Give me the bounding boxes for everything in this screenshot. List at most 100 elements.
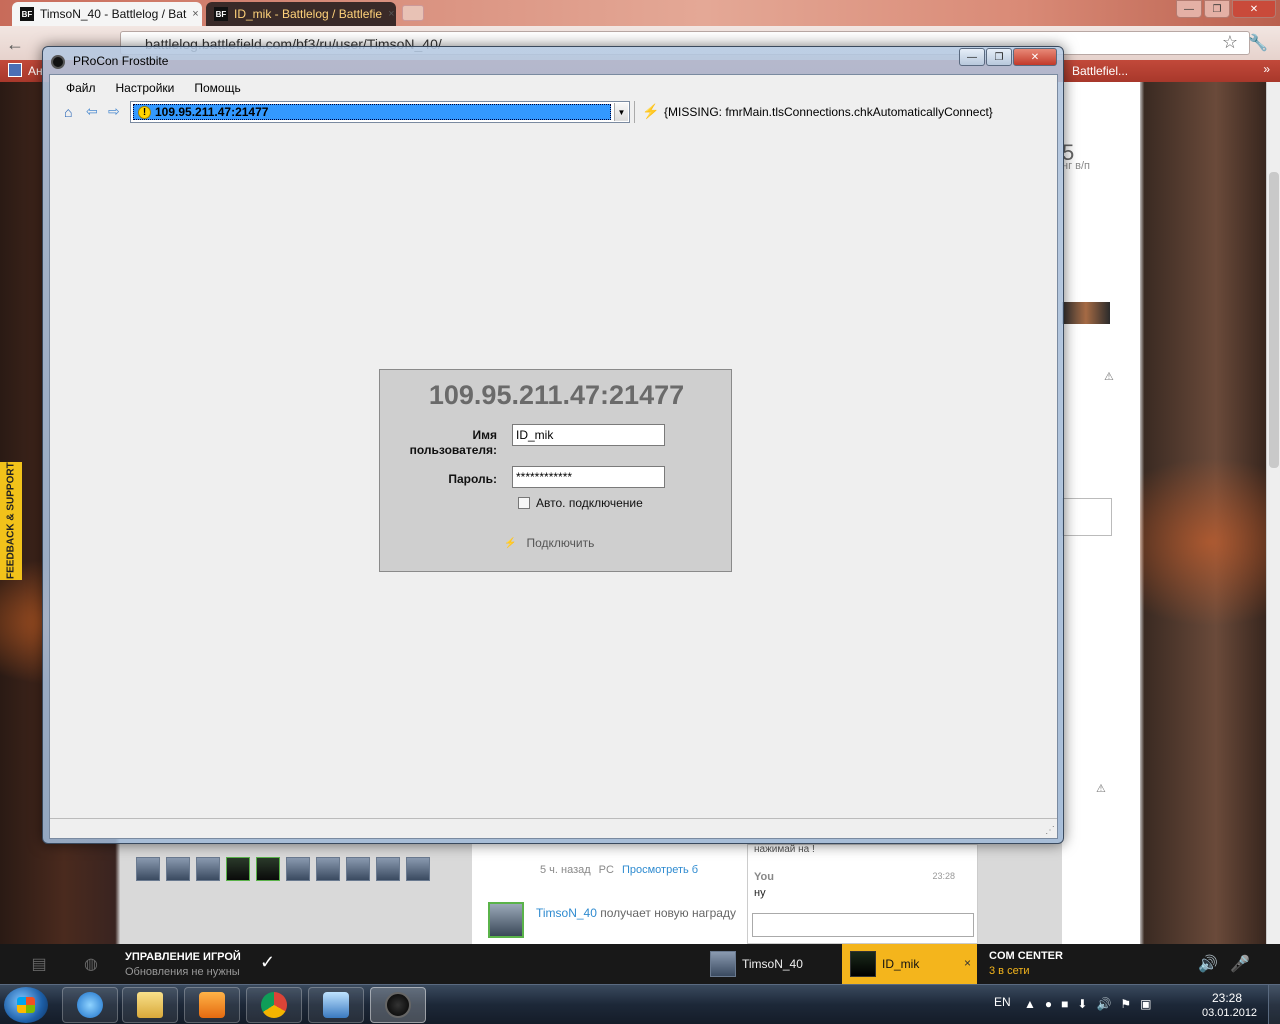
feed-action: получает новую награду (600, 906, 736, 920)
feed-author-link[interactable]: TimsoN_40 (536, 906, 597, 920)
auto-connect-label[interactable]: Авто. подключение (536, 496, 643, 510)
show-desktop-button[interactable] (1268, 985, 1280, 1024)
soldier-avatar[interactable] (166, 857, 190, 881)
soldier-avatar[interactable] (196, 857, 220, 881)
minimize-button[interactable]: — (1176, 0, 1202, 18)
chat-window: нажимай на ! You 23:28 ну (747, 844, 978, 944)
feedback-support-tab[interactable]: FEEDBACK & SUPPORT (0, 462, 22, 580)
connection-toolbar: ⌂ ⇦ ⇨ ! 109.95.211.47:21477 ▼ ⚡ {MISSING… (50, 99, 1057, 125)
tab-title: ID_mik - Battlelog / Battlefie (234, 7, 383, 21)
close-icon[interactable]: × (964, 956, 971, 970)
taskbar-internet-explorer[interactable] (62, 987, 118, 1023)
com-center-title[interactable]: COM CENTER (989, 950, 1063, 962)
browser-tab-timson[interactable]: BF TimsoN_40 - Battlelog / Bat × (12, 2, 202, 26)
menu-help[interactable]: Помощь (194, 81, 240, 95)
server-host-heading: 109.95.211.47:21477 (428, 380, 685, 410)
clock-time[interactable]: 23:28 (1212, 991, 1242, 1005)
volume-icon[interactable]: 🔊 (1198, 954, 1218, 974)
minimize-button[interactable]: — (959, 48, 985, 66)
feed-avatar[interactable] (488, 902, 524, 938)
browser-tab-idmik[interactable]: BF ID_mik - Battlelog / Battlefie × (206, 2, 396, 26)
taskbar-media-player[interactable] (184, 987, 240, 1023)
soldier-avatar[interactable] (346, 857, 370, 881)
tab-title: TimsoN_40 - Battlelog / Bat (40, 7, 187, 21)
taskbar-chrome[interactable] (246, 987, 302, 1023)
home-icon[interactable]: ⌂ (64, 104, 72, 120)
friend-chat-tab-timson[interactable]: TimsoN_40 (702, 944, 840, 984)
page-scrollbar[interactable] (1266, 82, 1280, 944)
taskbar-procon[interactable] (370, 987, 426, 1023)
warning-icon: ⚠ (1096, 783, 1106, 795)
feed-platform: PC (598, 864, 614, 876)
soldier-avatar[interactable] (316, 857, 340, 881)
bookmark-item-battlefield[interactable]: Battlefiel... (1072, 64, 1128, 78)
clock-date[interactable]: 03.01.2012 (1202, 1007, 1257, 1019)
taskbar-app[interactable] (308, 987, 364, 1023)
feed-view-link[interactable]: Просмотреть б (622, 864, 698, 876)
clipboard-icon[interactable]: ▤ (30, 954, 48, 974)
soldier-avatar[interactable] (256, 857, 280, 881)
bookmark-item[interactable]: Ан (28, 64, 43, 78)
bookmarks-overflow-icon[interactable]: » (1263, 62, 1270, 76)
game-management-title[interactable]: УПРАВЛЕНИЕ ИГРОЙ (125, 951, 241, 963)
apps-icon[interactable] (8, 63, 22, 77)
forward-arrow-icon[interactable]: ⇨ (108, 103, 120, 120)
close-button[interactable]: ✕ (1013, 48, 1057, 66)
menu-settings[interactable]: Настройки (116, 81, 175, 95)
thumbnail-images[interactable] (1062, 302, 1110, 324)
media-player-icon (199, 992, 225, 1018)
soldier-avatar[interactable] (226, 857, 250, 881)
close-button[interactable]: ✕ (1232, 0, 1276, 18)
friend-name: ID_mik (882, 957, 920, 971)
soldier-avatar[interactable] (406, 857, 430, 881)
tray-expand-icon[interactable]: ▲ (1024, 997, 1036, 1011)
tab-close-icon[interactable]: × (192, 8, 198, 20)
wrench-icon[interactable]: 🔧 (1248, 33, 1268, 53)
chat-input[interactable] (752, 913, 974, 937)
password-input[interactable] (512, 466, 665, 488)
tray-app-icon[interactable]: ● (1045, 997, 1052, 1011)
friend-chat-tab-idmik[interactable]: ID_mik × (842, 944, 977, 984)
soldier-avatar[interactable] (376, 857, 400, 881)
game-management-status: Обновления не нужны (125, 966, 240, 978)
back-arrow-icon[interactable]: ← (6, 34, 24, 55)
soldier-avatar[interactable] (136, 857, 160, 881)
auto-connect-toggle[interactable]: {MISSING: fmrMain.tlsConnections.chkAuto… (664, 105, 993, 119)
menu-file[interactable]: Файл (66, 81, 96, 95)
maximize-button[interactable]: ❐ (1204, 0, 1230, 18)
chat-message: ну (754, 887, 766, 899)
window-title: PRoCon Frostbite (73, 54, 169, 68)
chat-time: 23:28 (932, 871, 955, 881)
battlefield-favicon-icon: BF (214, 7, 228, 21)
tray-download-icon[interactable]: ⬇ (1077, 997, 1087, 1011)
username-input[interactable] (512, 424, 665, 446)
connect-label: Подключить (526, 536, 595, 550)
chevron-down-icon[interactable]: ▼ (614, 103, 628, 121)
new-tab-button[interactable] (402, 5, 424, 21)
language-indicator[interactable]: EN (994, 995, 1011, 1009)
plug-icon[interactable]: ⚡ (642, 103, 659, 120)
tray-volume-icon[interactable]: 🔊 (1096, 997, 1111, 1011)
tab-close-icon[interactable]: × (388, 8, 394, 20)
soldier-avatar[interactable] (286, 857, 310, 881)
scrollbar-thumb[interactable] (1269, 172, 1279, 468)
feed-entry-text: TimsoN_40 получает новую награду (536, 906, 736, 920)
connect-button[interactable]: ⚡ Подключить (504, 534, 594, 552)
taskbar-explorer[interactable] (122, 987, 178, 1023)
resize-grip-icon[interactable]: ⋰ (1045, 825, 1055, 836)
auto-connect-checkbox[interactable] (518, 497, 530, 509)
status-bar: ⋰ (50, 818, 1057, 838)
server-select[interactable]: ! 109.95.211.47:21477 ▼ (130, 101, 630, 123)
maximize-button[interactable]: ❐ (986, 48, 1012, 66)
back-arrow-icon[interactable]: ⇦ (86, 103, 98, 120)
tray-network-icon[interactable]: ▣ (1140, 997, 1151, 1011)
server-address: 109.95.211.47:21477 (155, 105, 269, 119)
tray-app-icon[interactable]: ■ (1061, 997, 1068, 1011)
comment-textarea[interactable] (1062, 498, 1112, 536)
bookmark-star-icon[interactable]: ☆ (1222, 32, 1238, 53)
battlefield-favicon-icon: BF (20, 7, 34, 21)
globe-icon[interactable]: ◍ (82, 954, 100, 974)
system-tray: ▲ ● ■ ⬇ 🔊 ⚑ ▣ (1024, 997, 1152, 1011)
microphone-icon[interactable]: 🎤 (1230, 954, 1250, 974)
tray-flag-icon[interactable]: ⚑ (1120, 997, 1131, 1011)
